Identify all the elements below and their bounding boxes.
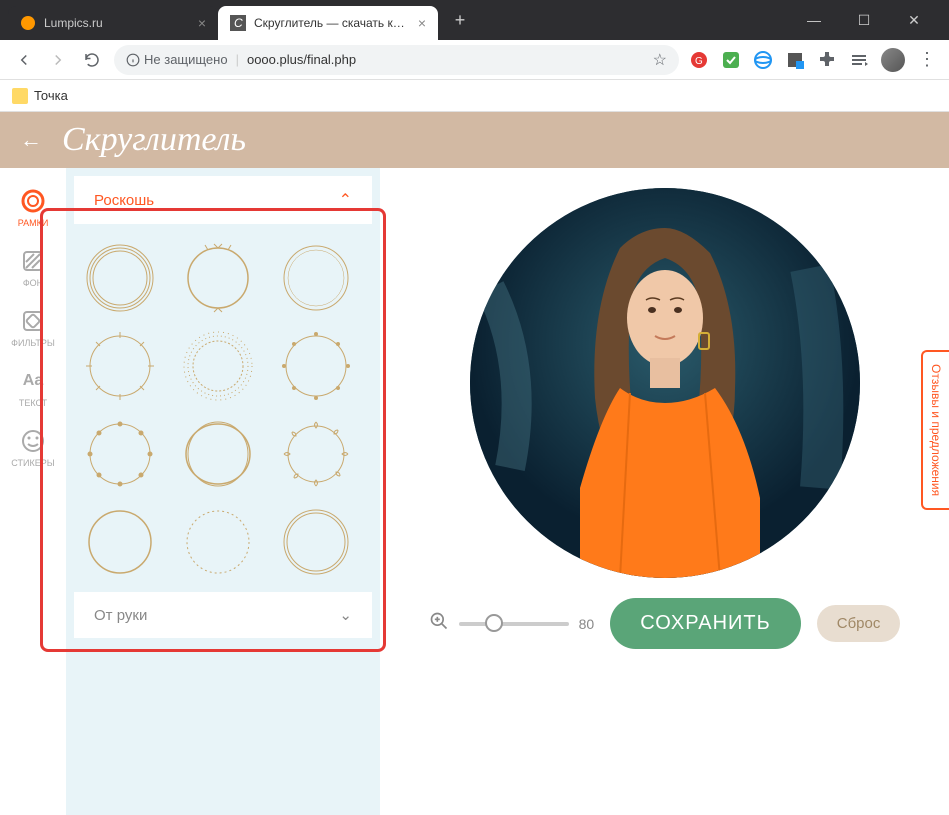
frames-icon bbox=[20, 188, 46, 214]
frames-grid bbox=[66, 224, 380, 592]
main-area: РАМКИ ФОН ФИЛЬТРЫ Aa ТЕКСТ bbox=[0, 168, 949, 815]
tab-stickers[interactable]: СТИКЕРЫ bbox=[0, 418, 66, 478]
menu-icon[interactable]: ⋮ bbox=[917, 50, 937, 70]
close-icon[interactable]: × bbox=[418, 15, 426, 31]
canvas-area: 80 СОХРАНИТЬ Сброс bbox=[380, 168, 949, 815]
frame-option[interactable] bbox=[80, 326, 160, 406]
extension-icon[interactable]: G bbox=[689, 50, 709, 70]
close-icon[interactable]: × bbox=[198, 15, 206, 31]
reload-button[interactable] bbox=[80, 48, 104, 72]
new-tab-button[interactable]: + bbox=[446, 6, 474, 34]
svg-text:G: G bbox=[695, 56, 703, 67]
frame-option[interactable] bbox=[276, 414, 356, 494]
zoom-value: 80 bbox=[579, 616, 595, 632]
extensions-area: G ⋮ bbox=[689, 48, 937, 72]
image-preview[interactable] bbox=[470, 188, 860, 578]
frame-option[interactable] bbox=[178, 414, 258, 494]
extensions-menu-icon[interactable] bbox=[817, 50, 837, 70]
slider-thumb[interactable] bbox=[485, 614, 503, 632]
side-tabs: РАМКИ ФОН ФИЛЬТРЫ Aa ТЕКСТ bbox=[0, 168, 66, 815]
frame-option[interactable] bbox=[178, 326, 258, 406]
zoom-control: 80 bbox=[429, 611, 595, 636]
frame-option[interactable] bbox=[80, 238, 160, 318]
sidebar: РАМКИ ФОН ФИЛЬТРЫ Aa ТЕКСТ bbox=[0, 168, 380, 815]
tab-label: ФИЛЬТРЫ bbox=[11, 338, 55, 348]
frame-option[interactable] bbox=[80, 502, 160, 582]
background-icon bbox=[20, 248, 46, 274]
tab-background[interactable]: ФОН bbox=[0, 238, 66, 298]
preview-content bbox=[470, 188, 860, 578]
frame-option[interactable] bbox=[178, 238, 258, 318]
app-title: Скруглитель bbox=[62, 121, 246, 159]
extension-icon[interactable] bbox=[785, 50, 805, 70]
browser-tab-lumpics[interactable]: Lumpics.ru × bbox=[8, 6, 218, 40]
reset-button[interactable]: Сброс bbox=[817, 605, 901, 642]
browser-tab-active[interactable]: C Скруглитель — скачать круглу... × bbox=[218, 6, 438, 40]
frames-panel: Роскошь ⌃ От bbox=[66, 168, 380, 815]
tab-bar: Lumpics.ru × C Скруглитель — скачать кру… bbox=[0, 0, 949, 40]
frame-option[interactable] bbox=[276, 502, 356, 582]
maximize-button[interactable]: ☐ bbox=[849, 12, 879, 29]
category-handdrawn[interactable]: От руки ⌄ bbox=[74, 592, 372, 638]
frame-option[interactable] bbox=[276, 326, 356, 406]
media-icon[interactable] bbox=[849, 50, 869, 70]
zoom-in-icon[interactable] bbox=[429, 611, 449, 636]
bookmark-folder-icon bbox=[12, 88, 28, 104]
extension-icon[interactable] bbox=[721, 50, 741, 70]
back-button[interactable] bbox=[12, 48, 36, 72]
profile-avatar[interactable] bbox=[881, 48, 905, 72]
feedback-tab[interactable]: Отзывы и предложения bbox=[921, 350, 949, 510]
star-icon[interactable]: ☆ bbox=[653, 50, 667, 70]
browser-chrome: Lumpics.ru × C Скруглитель — скачать кру… bbox=[0, 0, 949, 112]
chevron-up-icon: ⌃ bbox=[339, 190, 352, 210]
chevron-down-icon: ⌄ bbox=[339, 606, 352, 624]
app-back-button[interactable]: ← bbox=[20, 127, 42, 153]
tab-title: Lumpics.ru bbox=[44, 16, 190, 30]
bookmark-item[interactable]: Точка bbox=[34, 88, 68, 103]
window-controls: — ☐ ✕ bbox=[799, 12, 941, 29]
tab-label: РАМКИ bbox=[18, 218, 49, 228]
close-window-button[interactable]: ✕ bbox=[899, 12, 929, 29]
stickers-icon bbox=[20, 428, 46, 454]
frame-option[interactable] bbox=[80, 414, 160, 494]
extension-icon[interactable] bbox=[753, 50, 773, 70]
info-icon bbox=[126, 53, 140, 67]
save-button[interactable]: СОХРАНИТЬ bbox=[610, 598, 801, 649]
frame-option[interactable] bbox=[276, 238, 356, 318]
text-icon: Aa bbox=[20, 368, 46, 394]
tab-frames[interactable]: РАМКИ bbox=[0, 178, 66, 238]
tab-favicon-lumpics bbox=[20, 15, 36, 31]
url-text: oooo.plus/final.php bbox=[247, 52, 356, 67]
tab-label: ТЕКСТ bbox=[19, 398, 47, 408]
tab-label: СТИКЕРЫ bbox=[11, 458, 54, 468]
tab-filters[interactable]: ФИЛЬТРЫ bbox=[0, 298, 66, 358]
category-label: Роскошь bbox=[94, 192, 154, 209]
app-header: ← Скруглитель bbox=[0, 112, 949, 168]
forward-button[interactable] bbox=[46, 48, 70, 72]
category-label: От руки bbox=[94, 607, 147, 624]
category-luxury[interactable]: Роскошь ⌃ bbox=[74, 176, 372, 224]
bookmarks-bar: Точка bbox=[0, 80, 949, 112]
svg-text:C: C bbox=[234, 16, 243, 30]
frame-option[interactable] bbox=[178, 502, 258, 582]
tab-label: ФОН bbox=[23, 278, 43, 288]
zoom-slider[interactable] bbox=[459, 622, 569, 626]
tab-title: Скруглитель — скачать круглу... bbox=[254, 16, 410, 30]
tab-text[interactable]: Aa ТЕКСТ bbox=[0, 358, 66, 418]
controls-bar: 80 СОХРАНИТЬ Сброс bbox=[400, 598, 929, 649]
security-label: Не защищено bbox=[144, 52, 228, 67]
address-field[interactable]: Не защищено | oooo.plus/final.php ☆ bbox=[114, 45, 679, 75]
address-bar: Не защищено | oooo.plus/final.php ☆ G ⋮ bbox=[0, 40, 949, 80]
minimize-button[interactable]: — bbox=[799, 12, 829, 29]
security-indicator[interactable]: Не защищено bbox=[126, 52, 228, 67]
filters-icon bbox=[20, 308, 46, 334]
tab-favicon-app: C bbox=[230, 15, 246, 31]
